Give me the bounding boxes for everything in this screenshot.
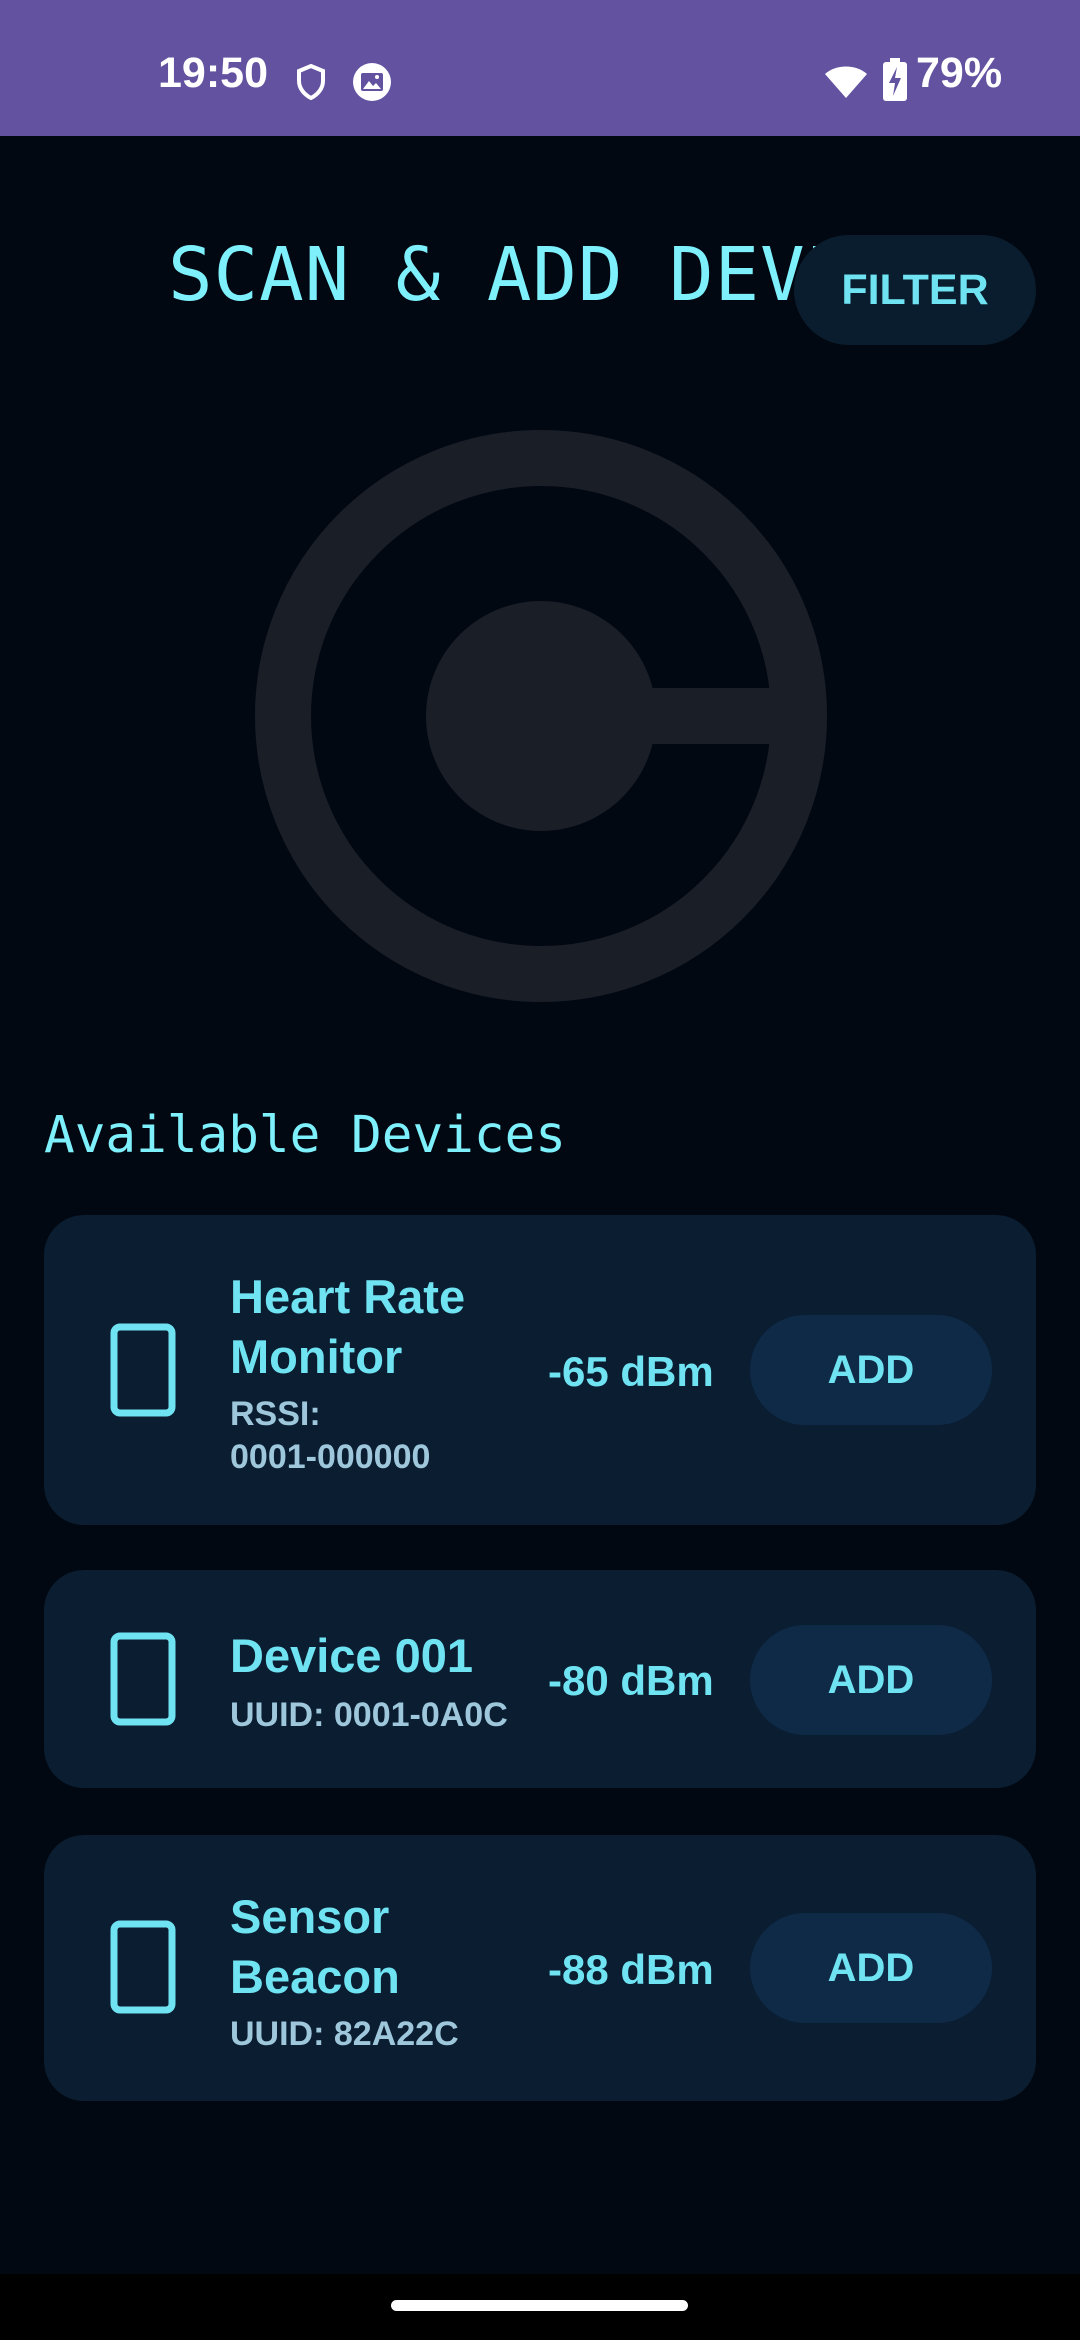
add-device-button[interactable]: ADD bbox=[750, 1913, 992, 2023]
shield-icon bbox=[296, 63, 326, 105]
battery-charging-icon bbox=[882, 58, 908, 107]
device-card: Device 001 UUID: 0001-0A0C -80 dBm ADD bbox=[44, 1570, 1036, 1788]
device-card: Sensor Beacon UUID: 82A22C -88 dBm ADD bbox=[44, 1835, 1036, 2101]
filter-button[interactable]: FILTER bbox=[794, 235, 1036, 345]
add-device-button[interactable]: ADD bbox=[750, 1625, 992, 1735]
status-bar: 19:50 79% bbox=[0, 0, 1080, 136]
device-name: Device 001 bbox=[230, 1629, 474, 1682]
status-time: 19:50 bbox=[158, 49, 268, 97]
phone-device-icon bbox=[110, 1632, 176, 1731]
device-rssi: -80 dBm bbox=[548, 1657, 714, 1704]
device-id-line: RSSI: bbox=[230, 1395, 321, 1433]
phone-device-icon bbox=[110, 1323, 176, 1422]
page-title: SCAN & ADD DEVI bbox=[168, 232, 852, 318]
device-card: Heart Rate Monitor RSSI: 0001-000000 -65… bbox=[44, 1215, 1036, 1525]
wifi-icon bbox=[824, 64, 868, 105]
device-id: RSSI: 0001-000000 bbox=[230, 1393, 560, 1479]
section-title: Available Devices bbox=[44, 1106, 566, 1165]
photo-notification-icon bbox=[352, 62, 392, 107]
home-gesture-handle[interactable] bbox=[391, 2300, 688, 2311]
device-name: Sensor Beacon bbox=[230, 1890, 400, 2003]
device-name: Heart Rate Monitor bbox=[230, 1270, 466, 1383]
device-rssi: -65 dBm bbox=[548, 1348, 714, 1395]
battery-percent: 79% bbox=[916, 49, 1003, 97]
device-rssi: -88 dBm bbox=[548, 1946, 714, 1993]
phone-device-icon bbox=[110, 1920, 176, 2019]
device-id: UUID: 82A22C bbox=[230, 2015, 459, 2053]
device-id-line: 0001-000000 bbox=[230, 1438, 431, 1476]
device-id: UUID: 0001-0A0C bbox=[230, 1696, 508, 1734]
add-device-button[interactable]: ADD bbox=[750, 1315, 992, 1425]
radar-scan-icon bbox=[253, 428, 829, 1009]
